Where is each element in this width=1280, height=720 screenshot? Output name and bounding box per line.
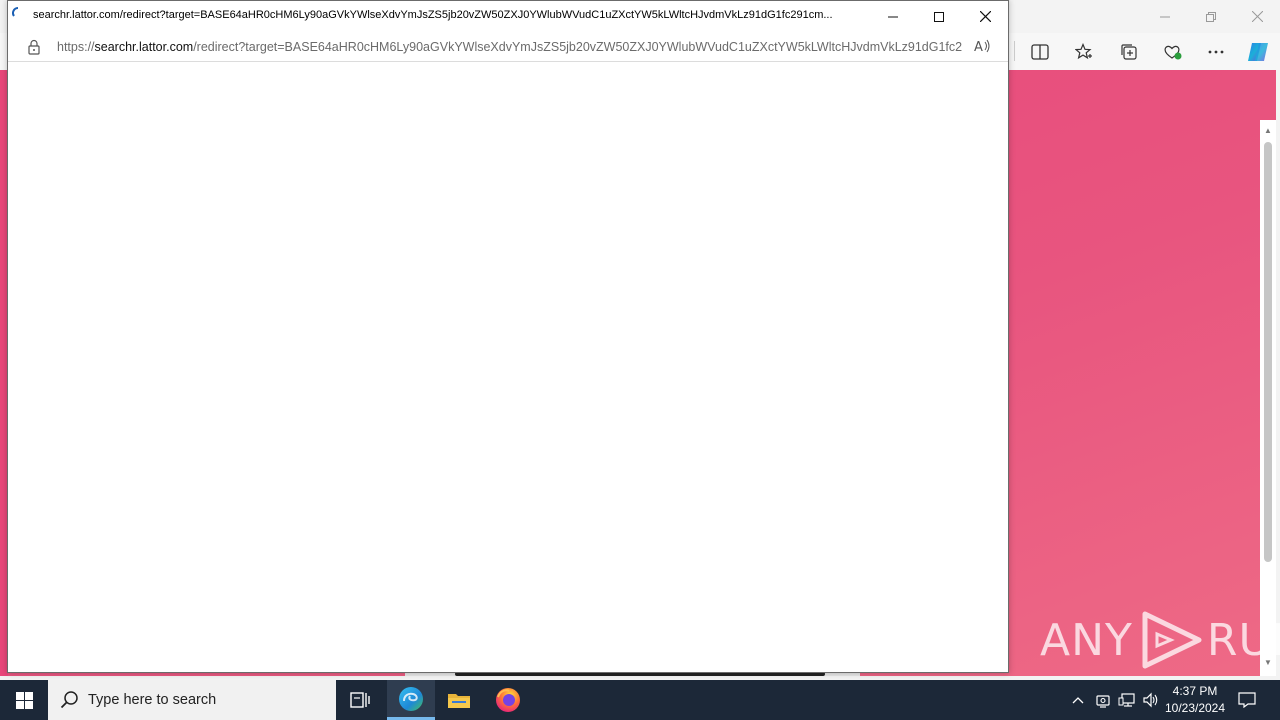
firefox-icon xyxy=(496,688,520,712)
url-path: /redirect?target=BASE64aHR0cHM6Ly90aGVkY… xyxy=(193,40,962,54)
maximize-icon xyxy=(934,11,944,22)
clock-time: 4:37 PM xyxy=(1172,684,1218,698)
minimize-button[interactable] xyxy=(1142,0,1188,33)
vertical-scrollbar[interactable]: ▲ ▼ xyxy=(1260,120,1276,676)
show-hidden-icons-button[interactable] xyxy=(1068,690,1088,710)
close-button[interactable] xyxy=(1234,0,1280,33)
scroll-up-icon[interactable]: ▲ xyxy=(1263,126,1273,136)
popup-titlebar[interactable]: searchr.lattor.com/redirect?target=BASE6… xyxy=(8,1,1008,32)
watermark-text-left: ANY xyxy=(1040,614,1133,666)
tray-network-button[interactable] xyxy=(1117,690,1137,710)
toolbar-divider xyxy=(1014,41,1015,61)
read-aloud-icon[interactable]: A xyxy=(974,38,994,56)
popup-address-bar[interactable]: https://searchr.lattor.com/redirect?targ… xyxy=(8,32,1008,62)
play-logo-icon xyxy=(1142,611,1202,669)
taskbar-firefox-button[interactable] xyxy=(484,680,532,720)
watermark-text-right: RUN xyxy=(1206,614,1280,666)
split-screen-button[interactable] xyxy=(1026,39,1054,65)
network-icon xyxy=(1118,693,1135,707)
taskbar-edge-button[interactable] xyxy=(387,680,435,720)
popup-maximize-button[interactable] xyxy=(916,1,962,32)
svg-text:A: A xyxy=(974,40,983,54)
copilot-icon xyxy=(1248,43,1268,61)
search-placeholder: Type here to search xyxy=(88,692,217,708)
chevron-up-icon xyxy=(1072,697,1084,704)
more-icon xyxy=(1208,50,1224,54)
browser-essentials-icon xyxy=(1164,45,1182,60)
popup-page-content xyxy=(8,63,1008,672)
scroll-thumb[interactable] xyxy=(1264,142,1272,562)
taskbar: Type here to search 4:37 PM 10/23/2024 xyxy=(0,680,1280,720)
task-view-button[interactable] xyxy=(336,680,384,720)
url-host: searchr.lattor.com xyxy=(94,40,194,54)
taskbar-clock[interactable]: 4:37 PM 10/23/2024 xyxy=(1160,683,1230,717)
task-view-icon xyxy=(350,692,370,708)
notifications-icon xyxy=(1238,692,1256,708)
task-manager-icon xyxy=(1096,695,1110,708)
popup-close-button[interactable] xyxy=(962,1,1008,32)
copilot-button[interactable] xyxy=(1244,39,1272,65)
close-icon xyxy=(1251,11,1263,22)
tray-task-manager-button[interactable] xyxy=(1093,690,1113,710)
popup-browser-window: searchr.lattor.com/redirect?target=BASE6… xyxy=(7,0,1009,673)
browser-essentials-button[interactable] xyxy=(1159,39,1187,65)
close-icon xyxy=(979,11,991,22)
collections-button[interactable] xyxy=(1115,39,1143,65)
windows-logo-icon xyxy=(15,691,33,709)
restore-button[interactable] xyxy=(1188,0,1234,33)
page-loading-icon xyxy=(12,7,19,17)
lock-icon[interactable] xyxy=(27,39,41,55)
search-icon xyxy=(60,691,78,709)
notification-center-button[interactable] xyxy=(1237,690,1257,710)
taskbar-file-explorer-button[interactable] xyxy=(435,680,483,720)
minimize-icon xyxy=(888,16,898,17)
taskbar-search-box[interactable]: Type here to search xyxy=(48,680,336,720)
split-screen-icon xyxy=(1031,44,1049,60)
favorites-icon xyxy=(1075,43,1092,60)
volume-icon xyxy=(1143,692,1158,708)
anyrun-watermark: ANY RUN xyxy=(1040,610,1280,670)
favorites-button[interactable] xyxy=(1070,39,1098,65)
edge-icon xyxy=(399,686,423,711)
collections-icon xyxy=(1121,44,1137,60)
clock-date: 10/23/2024 xyxy=(1164,701,1226,715)
url-scheme: https:// xyxy=(57,40,95,54)
more-button[interactable] xyxy=(1202,39,1230,65)
folder-icon xyxy=(448,694,470,708)
popup-minimize-button[interactable] xyxy=(870,1,916,32)
url-text[interactable]: https://searchr.lattor.com/redirect?targ… xyxy=(57,40,962,54)
minimize-icon xyxy=(1160,16,1170,17)
start-button[interactable] xyxy=(0,680,48,720)
restore-icon xyxy=(1206,11,1216,22)
tray-volume-button[interactable] xyxy=(1141,690,1161,710)
popup-window-title: searchr.lattor.com/redirect?target=BASE6… xyxy=(33,9,833,21)
